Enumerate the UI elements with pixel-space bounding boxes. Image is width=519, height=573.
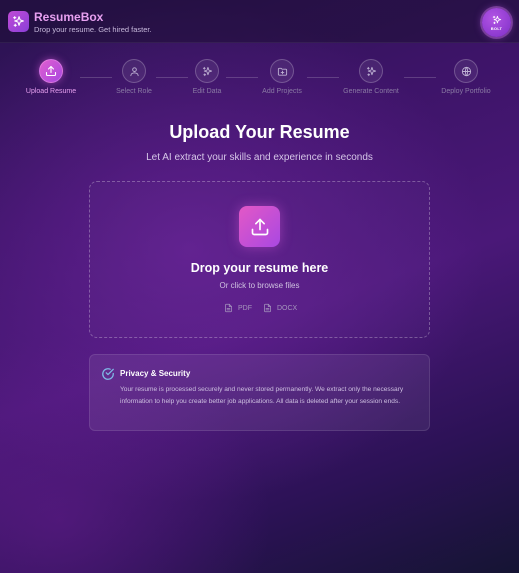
step-label: Edit Data <box>192 88 222 95</box>
sparkles-icon <box>8 11 29 32</box>
sparkles-icon <box>202 66 212 76</box>
step-connector <box>80 77 112 78</box>
brand-title: ResumeBox <box>34 10 104 24</box>
privacy-title: Privacy & Security <box>120 369 191 378</box>
upload-icon <box>251 218 268 235</box>
sparkles-icon <box>366 66 376 76</box>
step-add-projects[interactable] <box>270 59 294 83</box>
user-icon <box>129 66 139 76</box>
step-label: Generate Content <box>343 88 399 95</box>
step-edit-data[interactable] <box>195 59 219 83</box>
dropzone-subtitle[interactable]: Or click to browse files <box>0 281 519 290</box>
globe-icon <box>461 66 471 76</box>
file-type-pdf: PDF <box>224 303 252 313</box>
step-upload-resume[interactable] <box>39 59 63 83</box>
page-subtitle: Let AI extract your skills and experienc… <box>146 152 373 163</box>
file-type-label: DOCX <box>277 304 298 312</box>
step-label: Upload Resume <box>25 88 77 95</box>
bolt-badge[interactable]: BOLT <box>482 8 511 37</box>
app-header: ResumeBox Drop your resume. Get hired fa… <box>0 0 519 43</box>
step-deploy-portfolio[interactable] <box>454 59 478 83</box>
file-icon <box>264 303 271 313</box>
folder-plus-icon <box>277 67 287 76</box>
check-circle-icon <box>102 368 114 380</box>
file-type-docx: DOCX <box>263 303 297 313</box>
step-select-role[interactable] <box>122 59 146 83</box>
upload-button[interactable] <box>239 206 280 247</box>
dropzone-title: Drop your resume here <box>190 261 329 275</box>
badge-label: BOLT <box>490 25 503 31</box>
file-type-label: PDF <box>238 304 252 312</box>
resume-dropzone[interactable] <box>89 181 430 338</box>
step-connector <box>226 77 258 78</box>
page-title: Upload Your Resume <box>169 122 350 142</box>
file-icon <box>225 303 232 313</box>
privacy-body: Your resume is processed securely and ne… <box>120 386 404 405</box>
step-label: Deploy Portfolio <box>441 88 491 95</box>
step-generate-content[interactable] <box>359 59 383 83</box>
upload-icon <box>45 65 57 77</box>
brand-tagline: Drop your resume. Get hired faster. <box>34 25 152 34</box>
sparkles-icon <box>492 15 501 24</box>
step-connector <box>307 77 339 78</box>
step-label: Add Projects <box>262 88 302 95</box>
step-connector <box>156 77 188 78</box>
step-label: Select Role <box>116 88 152 95</box>
step-connector <box>404 77 436 78</box>
